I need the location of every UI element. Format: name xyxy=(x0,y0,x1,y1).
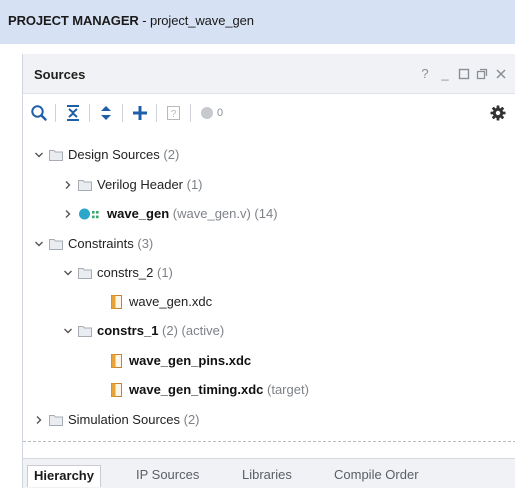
xdc-file-icon xyxy=(111,295,122,309)
tab-ip-sources[interactable]: IP Sources xyxy=(130,465,205,487)
chevron-right-icon[interactable] xyxy=(63,209,73,219)
tree-label: wave_gen.xdc xyxy=(129,294,213,309)
folder-icon xyxy=(49,239,63,250)
maximize-icon[interactable] xyxy=(457,66,471,82)
xdc-file-icon xyxy=(111,383,122,397)
tree-label: Design Sources (2) xyxy=(68,147,180,162)
tree-node-simulation-sources[interactable]: Simulation Sources (2) xyxy=(23,409,515,431)
settings-gear-icon[interactable] xyxy=(488,103,508,123)
collapse-all-icon[interactable] xyxy=(63,103,83,123)
tab-compile-order[interactable]: Compile Order xyxy=(328,465,425,487)
tree-divider xyxy=(23,441,515,442)
tree-label: Simulation Sources (2) xyxy=(68,412,200,427)
toolbar-separator xyxy=(190,104,191,122)
status-dot-icon[interactable] xyxy=(197,103,217,123)
sources-tab-bar: Hierarchy IP Sources Libraries Compile O… xyxy=(23,458,515,488)
tab-libraries[interactable]: Libraries xyxy=(236,465,298,487)
tree-label: Constraints (3) xyxy=(68,236,154,251)
sources-panel: Sources ? _ ? 0 Design Sources (2) Veril… xyxy=(22,54,515,488)
folder-icon xyxy=(78,326,92,337)
svg-text:?: ? xyxy=(171,109,177,120)
tree-label: wave_gen (wave_gen.v) (14) xyxy=(107,206,278,221)
help-icon[interactable]: ? xyxy=(418,66,432,82)
expand-all-icon[interactable] xyxy=(96,103,116,123)
panel-titlebar: Sources ? _ xyxy=(23,54,515,94)
add-sources-icon[interactable] xyxy=(130,103,150,123)
properties-icon[interactable]: ? xyxy=(164,103,184,123)
tree-label: constrs_1 (2) (active) xyxy=(97,323,225,338)
tree-node-verilog-header[interactable]: Verilog Header (1) xyxy=(23,174,515,196)
chevron-down-icon[interactable] xyxy=(34,150,44,160)
project-manager-title: PROJECT MANAGER - project_wave_gen xyxy=(8,13,254,28)
toolbar-separator xyxy=(122,104,123,122)
tree-node-constraints[interactable]: Constraints (3) xyxy=(23,233,515,255)
tree-label: wave_gen_timing.xdc (target) xyxy=(129,382,309,397)
tree-node-constrs-2[interactable]: constrs_2 (1) xyxy=(23,262,515,284)
top-module-icon xyxy=(79,208,99,220)
tree-node-wave-gen-timing-xdc[interactable]: wave_gen_timing.xdc (target) xyxy=(23,379,515,401)
tab-hierarchy[interactable]: Hierarchy xyxy=(27,465,101,487)
tree-label: wave_gen_pins.xdc xyxy=(129,353,252,368)
tree-node-wave-gen[interactable]: wave_gen (wave_gen.v) (14) xyxy=(23,203,515,225)
close-icon[interactable] xyxy=(494,66,508,82)
tree-label: Verilog Header (1) xyxy=(97,177,203,192)
float-icon[interactable] xyxy=(475,66,489,82)
tree-label: constrs_2 (1) xyxy=(97,265,173,280)
tree-node-constrs-1[interactable]: constrs_1 (2) (active) xyxy=(23,320,515,342)
folder-icon xyxy=(49,150,63,161)
chevron-down-icon[interactable] xyxy=(34,239,44,249)
chevron-right-icon[interactable] xyxy=(63,180,73,190)
chevron-right-icon[interactable] xyxy=(34,415,44,425)
folder-icon xyxy=(78,268,92,279)
project-manager-header: PROJECT MANAGER - project_wave_gen xyxy=(0,0,515,44)
toolbar-separator xyxy=(156,104,157,122)
tree-node-design-sources[interactable]: Design Sources (2) xyxy=(23,144,515,166)
tree-node-wave-gen-xdc[interactable]: wave_gen.xdc xyxy=(23,291,515,313)
xdc-file-icon xyxy=(111,354,122,368)
minimize-icon[interactable]: _ xyxy=(438,66,452,82)
tree-node-wave-gen-pins-xdc[interactable]: wave_gen_pins.xdc xyxy=(23,350,515,372)
sources-toolbar: ? 0 xyxy=(23,94,515,131)
toolbar-separator xyxy=(89,104,90,122)
chevron-down-icon[interactable] xyxy=(63,326,73,336)
panel-title: Sources xyxy=(34,67,86,82)
chevron-down-icon[interactable] xyxy=(63,268,73,278)
toolbar-separator xyxy=(55,104,56,122)
folder-icon xyxy=(78,180,92,191)
issue-count: 0 xyxy=(217,107,224,119)
folder-icon xyxy=(49,415,63,426)
search-icon[interactable] xyxy=(29,103,49,123)
